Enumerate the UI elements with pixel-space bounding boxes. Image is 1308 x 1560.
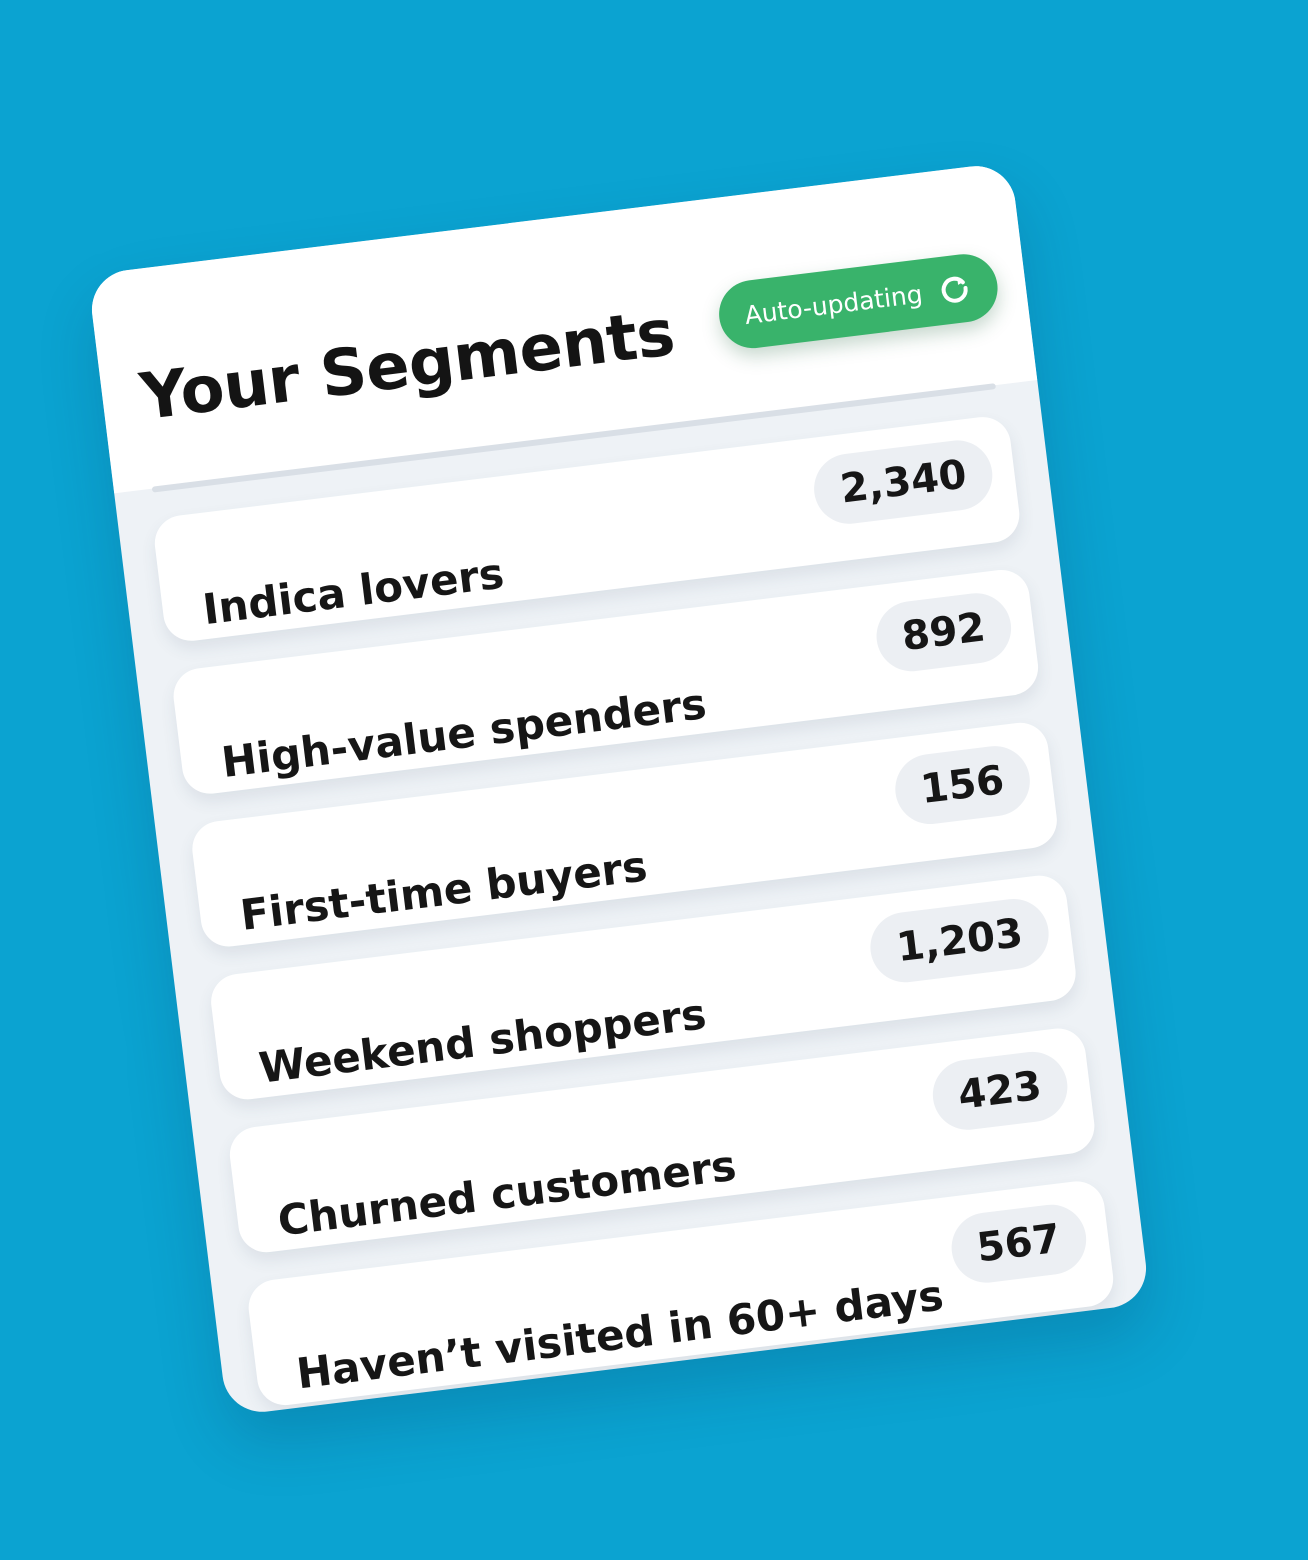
segment-count: 1,203 xyxy=(866,894,1053,987)
segment-list: Indica lovers 2,340 High-value spenders … xyxy=(151,413,1120,1416)
segment-label: First-time buyers xyxy=(237,841,650,940)
segment-count: 567 xyxy=(947,1200,1091,1287)
segment-count: 892 xyxy=(872,589,1016,676)
badge-label: Auto-updating xyxy=(742,278,925,330)
auto-updating-badge[interactable]: Auto-updating xyxy=(715,250,1002,353)
page-background: Your Segments Auto-updating Indica lover… xyxy=(0,0,1308,1560)
segment-label: Haven’t visited in 60+ days xyxy=(293,1270,947,1399)
segment-count: 423 xyxy=(928,1047,1072,1134)
segment-count: 2,340 xyxy=(810,436,997,528)
segment-label: Churned customers xyxy=(275,1140,739,1246)
segment-label: Weekend shoppers xyxy=(256,989,709,1093)
page-title: Your Segments xyxy=(136,296,679,436)
refresh-icon xyxy=(936,270,974,308)
segments-card: Your Segments Auto-updating Indica lover… xyxy=(87,161,1151,1417)
segment-label: Indica lovers xyxy=(200,548,507,635)
segment-count: 156 xyxy=(890,742,1034,829)
